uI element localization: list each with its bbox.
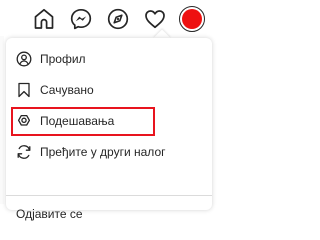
switch-account-icon xyxy=(16,144,32,160)
switch-account-label: Пређите у други налог xyxy=(40,145,166,159)
profile-dropdown-menu: Профил Сачувано Подешавања Пређите у дру… xyxy=(6,38,212,221)
profile-avatar[interactable] xyxy=(179,6,205,32)
profile-label: Профил xyxy=(40,52,86,66)
page-background xyxy=(0,36,4,204)
settings-label: Подешавања xyxy=(40,114,115,128)
logout-menu-item[interactable]: Одјавите се xyxy=(16,207,83,221)
saved-label: Сачувано xyxy=(40,83,94,97)
explore-icon[interactable] xyxy=(106,7,130,31)
messenger-icon[interactable] xyxy=(69,7,93,31)
avatar-image xyxy=(182,9,202,29)
profile-icon xyxy=(16,51,32,67)
menu-divider xyxy=(6,195,212,196)
settings-menu-item[interactable]: Подешавања xyxy=(6,106,212,136)
bookmark-icon xyxy=(16,82,32,98)
settings-icon xyxy=(16,113,32,129)
profile-menu-item[interactable]: Профил xyxy=(6,44,212,74)
saved-menu-item[interactable]: Сачувано xyxy=(6,75,212,105)
top-navigation-bar xyxy=(0,0,212,38)
activity-heart-icon[interactable] xyxy=(143,7,167,31)
switch-account-menu-item[interactable]: Пређите у други налог xyxy=(6,137,212,167)
home-icon[interactable] xyxy=(32,7,56,31)
